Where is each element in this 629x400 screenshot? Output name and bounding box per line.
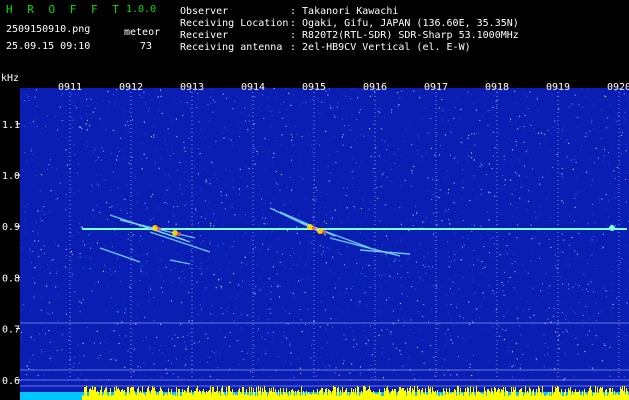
x-tick-label: 0912 — [119, 82, 143, 93]
x-tick-label: 0914 — [241, 82, 265, 93]
y-tick-label: 1.1 — [2, 120, 20, 131]
spectrogram-chart: 1.1 1.0 0.9 0.8 0.7 0.6 0911 0912 0913 0914 0915 09… — [2, 82, 629, 400]
meteor-echo-head — [152, 225, 158, 231]
y-axis-label: kHz — [1, 73, 20, 84]
meteor-echo-core — [322, 230, 326, 234]
x-tick-label: 0917 — [424, 82, 448, 93]
y-tick-label: 0.8 — [2, 273, 20, 284]
x-tick-label: 0916 — [363, 82, 387, 93]
y-tick-label: 0.6 — [2, 376, 20, 387]
x-tick-label: 0911 — [58, 82, 82, 93]
meteor-echo-head — [307, 224, 313, 230]
spectrogram-background — [20, 88, 629, 400]
meteor-echo-core — [312, 226, 316, 230]
x-tick-label: 0919 — [546, 82, 570, 93]
meteor-echo-core — [177, 232, 181, 236]
carrier-end-blob — [609, 225, 615, 231]
x-tick-label: 0913 — [180, 82, 204, 93]
y-tick-label: 0.7 — [2, 325, 20, 336]
x-tick-label: 0915 — [302, 82, 326, 93]
hroft-window: H R O F F T 1.0.0 2509150910.png meteor … — [0, 0, 629, 400]
meteor-echo-head — [317, 228, 323, 234]
meteor-echo-core — [157, 227, 161, 231]
x-tick-label: 0920 — [607, 82, 629, 93]
x-tick-label: 0918 — [485, 82, 509, 93]
y-tick-label: 0.9 — [2, 222, 20, 233]
y-tick-label: 1.0 — [2, 171, 20, 182]
meteor-echo-head — [172, 230, 178, 236]
